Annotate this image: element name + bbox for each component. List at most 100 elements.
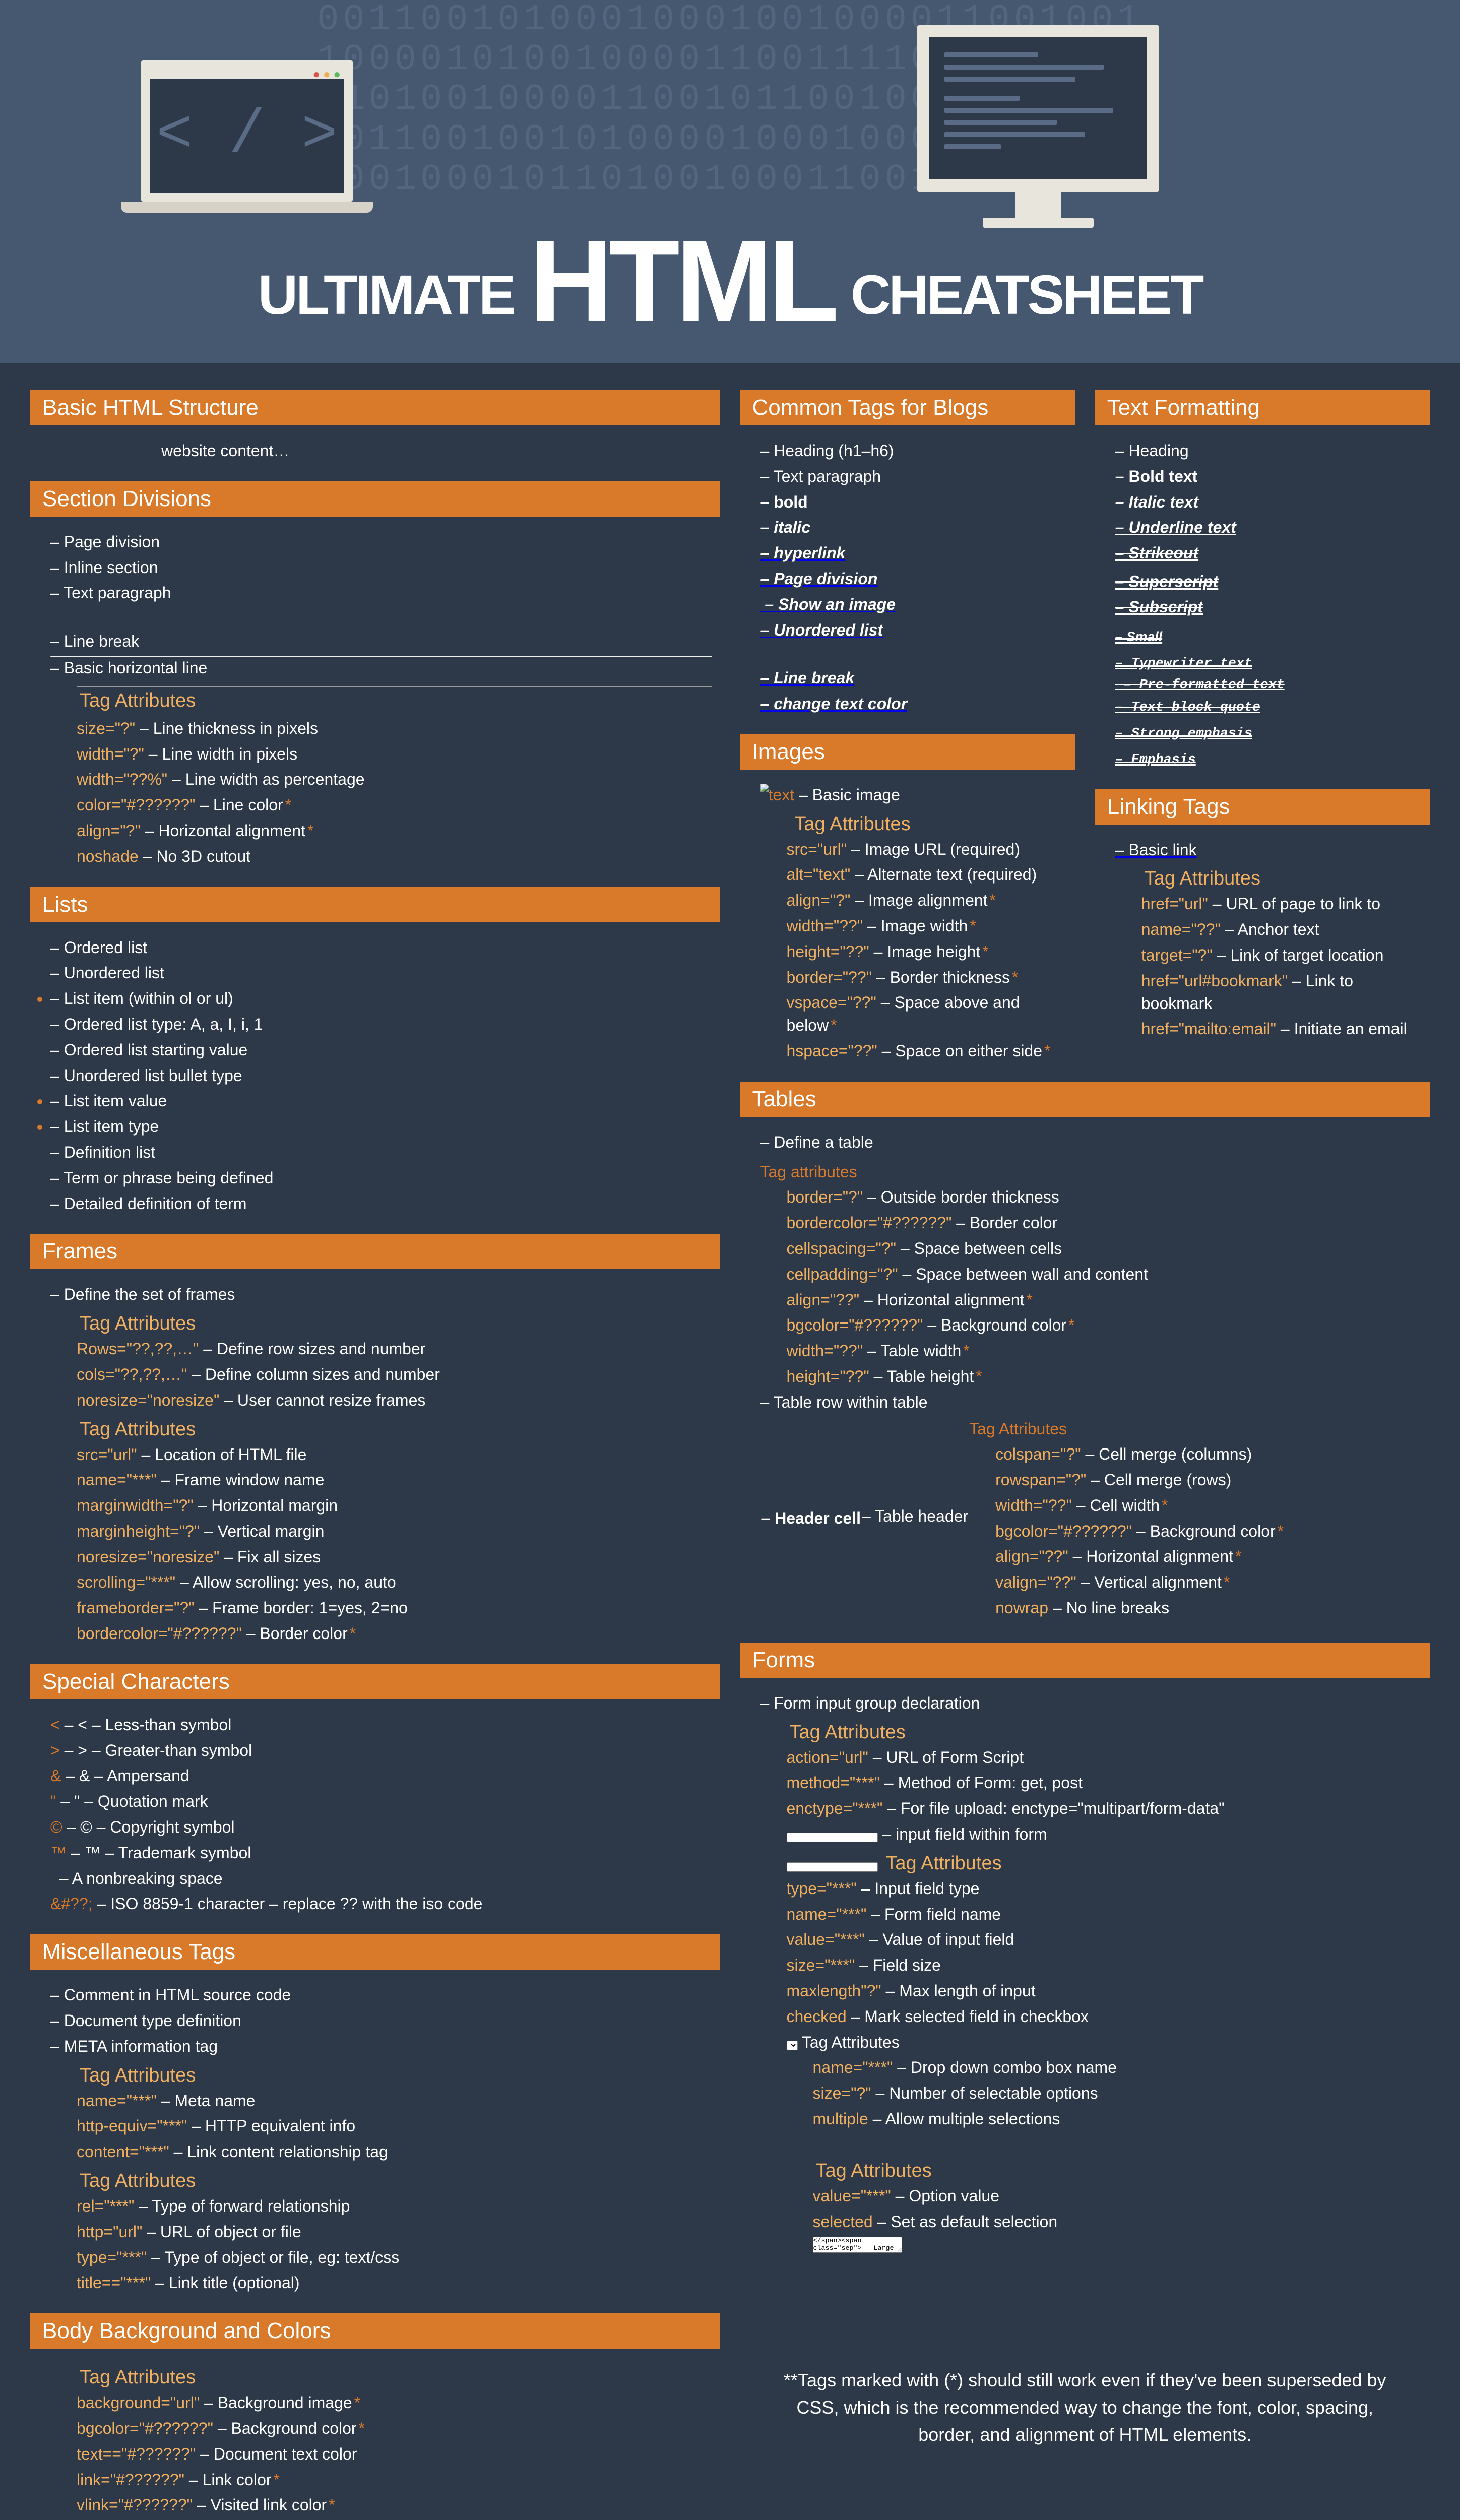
code-line: http="url" – URL of object or file [77,2221,712,2243]
code-line: bgcolor="#??????" – Background color* [787,1314,1422,1337]
section-title-special: Special Characters [30,1664,720,1699]
code-line: – Ordered list type: A, a, I, i, 1 [50,1013,712,1036]
code-line: selected – Set as default selection [813,2211,1422,2233]
tag-attr-header: Tag Attributes [1115,868,1422,890]
code-line: – Basic link [1115,839,1422,861]
code-line: align="??" – Horizontal alignment* [787,1289,1422,1311]
code-line: – Unordered list [50,962,712,984]
code-line: – List item type [50,1115,712,1138]
code-line: – Heading (h1–h6) [760,439,1067,462]
code-line: – Select from drop down list Tag Attribu… [787,2031,1422,2054]
code-line: cellspacing="?" – Space between cells [787,1237,1422,1260]
code-line: rel="***" – Type of forward relationship [77,2195,712,2218]
section-body-common_blog: – Heading (h1–h6) – Text paragraph – bol… [740,432,1075,722]
section-title-section_divisions: Section Divisions [30,481,720,517]
code-line: noshade – No 3D cutout [77,845,712,868]
code-line: frameborder="?" – Frame border: 1=yes, 2… [77,1597,712,1619]
code-line: scrolling="***" – Allow scrolling: yes, … [77,1571,712,1594]
code-line: – Form input group declaration [760,1692,1422,1715]
code-line: – Define the set of frames [50,1283,712,1306]
code-line: &#??; – ISO 8859-1 character – replace ?… [50,1893,712,1915]
section-body-misc: – Comment in HTML source code – Document… [30,1977,720,2301]
column-left: Basic HTML Structure</span><span>website… [30,378,720,2520]
footnote: **Tags marked with (*) should still work… [781,2367,1390,2448]
code-line: width="??%" – Line width as percentage [77,768,712,791]
code-line: align="?" – Horizontal alignment* [77,820,712,842]
code-line: – Strong emphasis [1115,720,1422,743]
code-line: cellpadding="?" – Space between wall and… [787,1263,1422,1286]
code-line: value="***" – Option value [813,2185,1422,2208]
code-line: ™ – ™ – Trademark symbol [50,1842,712,1864]
code-line: – Subscript [1115,596,1422,621]
code-line: – Line break [50,607,712,653]
code-line: – Pre-formatted text [1115,676,1422,695]
tag-attr-header: Tag Attributes [50,686,712,714]
code-line: size="?" – Number of selectable options [813,2082,1422,2105]
section-body-images: – Basic image Tag Attributessrc="url" – … [740,777,1075,1069]
code-line: marginwidth="?" – Horizontal margin [77,1494,712,1517]
code-line: hspace="??" – Space on either side* [787,1040,1067,1062]
section-title-text_formatting: Text Formatting [1095,390,1430,425]
tag-attr-header: Tag Attributes [787,2137,1422,2182]
code-line: checked – Mark selected field in checkbo… [787,2005,1422,2028]
section-title-basic_structure: Basic HTML Structure [30,390,720,425]
code-line: name="***" – Meta name [77,2090,712,2112]
main-columns: Basic HTML Structure</span><span>website… [0,363,1460,2520]
code-line: – Document type definition [50,2009,712,2032]
code-line: bordercolor="#??????" – Border color* [77,1622,712,1645]
code-line: – Ordered list [50,936,712,959]
tag-attr-header: Tag Attributes [760,1853,1422,1874]
code-line: type="***" – Type of object or file, eg:… [77,2246,712,2269]
code-line: align="?" – Image alignment* [787,889,1067,912]
code-line: src="url" – Location of HTML file [77,1443,712,1466]
code-line: – Comment in HTML source code [50,1984,712,2006]
code-line: value="***" – Value of input field [787,1928,1422,1951]
section-title-common_blog: Common Tags for Blogs [740,390,1075,425]
code-line: vspace="??" – Space above and below* [787,991,1067,1037]
code-line: title=="***" – Link title (optional) [77,2272,712,2294]
code-line: & – & – Ampersand [50,1765,712,1787]
code-line: – Italic text [1115,491,1422,514]
code-line: – Unordered list [760,619,1067,642]
code-line: target="?" – Link of target location [1141,944,1422,967]
code-line: – Detailed definition of term [50,1192,712,1215]
code-line: name="??" – Anchor text [1141,918,1422,941]
code-line: – Bold text [1115,465,1422,488]
code-line: < – < – Less-than symbol [50,1714,712,1736]
section-body-special: < – < – Less-than symbol> – > – Greater-… [30,1707,720,1922]
code-line: – input field within form [787,1823,1422,1846]
tag-attr-header: Tag Attributes [50,2170,712,2192]
code-line: – Page division – Show an image – Unorde… [760,568,1067,715]
section-body-frames: – Define the set of frames Tag Attribute… [30,1276,720,1652]
header: 00110010100010001001000011001001 1000010… [0,0,1460,363]
code-line: maxlength"?" – Max length of input [787,1980,1422,2002]
code-line: " – " – Quotation mark [50,1790,712,1813]
code-line: – Heading [1115,439,1422,462]
code-line: noresize="noresize" – User cannot resize… [77,1389,712,1412]
code-line: – Term or phrase being defined [50,1167,712,1189]
code-line: border="??" – Border thickness* [787,966,1067,989]
code-line: – Underline text [1115,516,1422,539]
tag-attr-header: Tag Attributes [50,1313,712,1335]
code-line: cols="??,??,…" – Define column sizes and… [77,1363,712,1386]
code-line: – Page division – Inline section – Text … [50,531,712,868]
code-line: – Definition list [50,1141,712,1164]
code-line: color="#??????" – Line color* [77,794,712,816]
code-line: – Unordered list bullet type [50,1064,712,1087]
code-line: bordercolor="#??????" – Border color [787,1212,1422,1234]
code-line: – Text block quote [1115,699,1422,717]
code-line: border="?" – Outside border thickness [787,1186,1422,1209]
section-body-forms: – Form input group declaration Tag Attri… [740,1685,1430,2266]
code-line: method="***" – Method of Form: get, post [787,1772,1422,1794]
code-line: – bold [760,491,1067,514]
code-line: © – © – Copyright symbol [50,1816,712,1839]
code-line: – List item value [50,1090,712,1112]
code-line: height="??" – Table height* [787,1365,1422,1388]
code-line: nowrap – No line breaks [995,1597,1284,1619]
code-line: colspan="?" – Cell merge (columns) [995,1443,1284,1466]
code-line: – META information tag [50,2035,712,2058]
section-body-tables: – Define a table Tag attributesborder="?… [740,1124,1430,1630]
code-line: – change text color [760,692,1067,715]
code-line: name="***" – Form field name [787,1903,1422,1926]
code-line: – Strikeout [1115,542,1422,564]
